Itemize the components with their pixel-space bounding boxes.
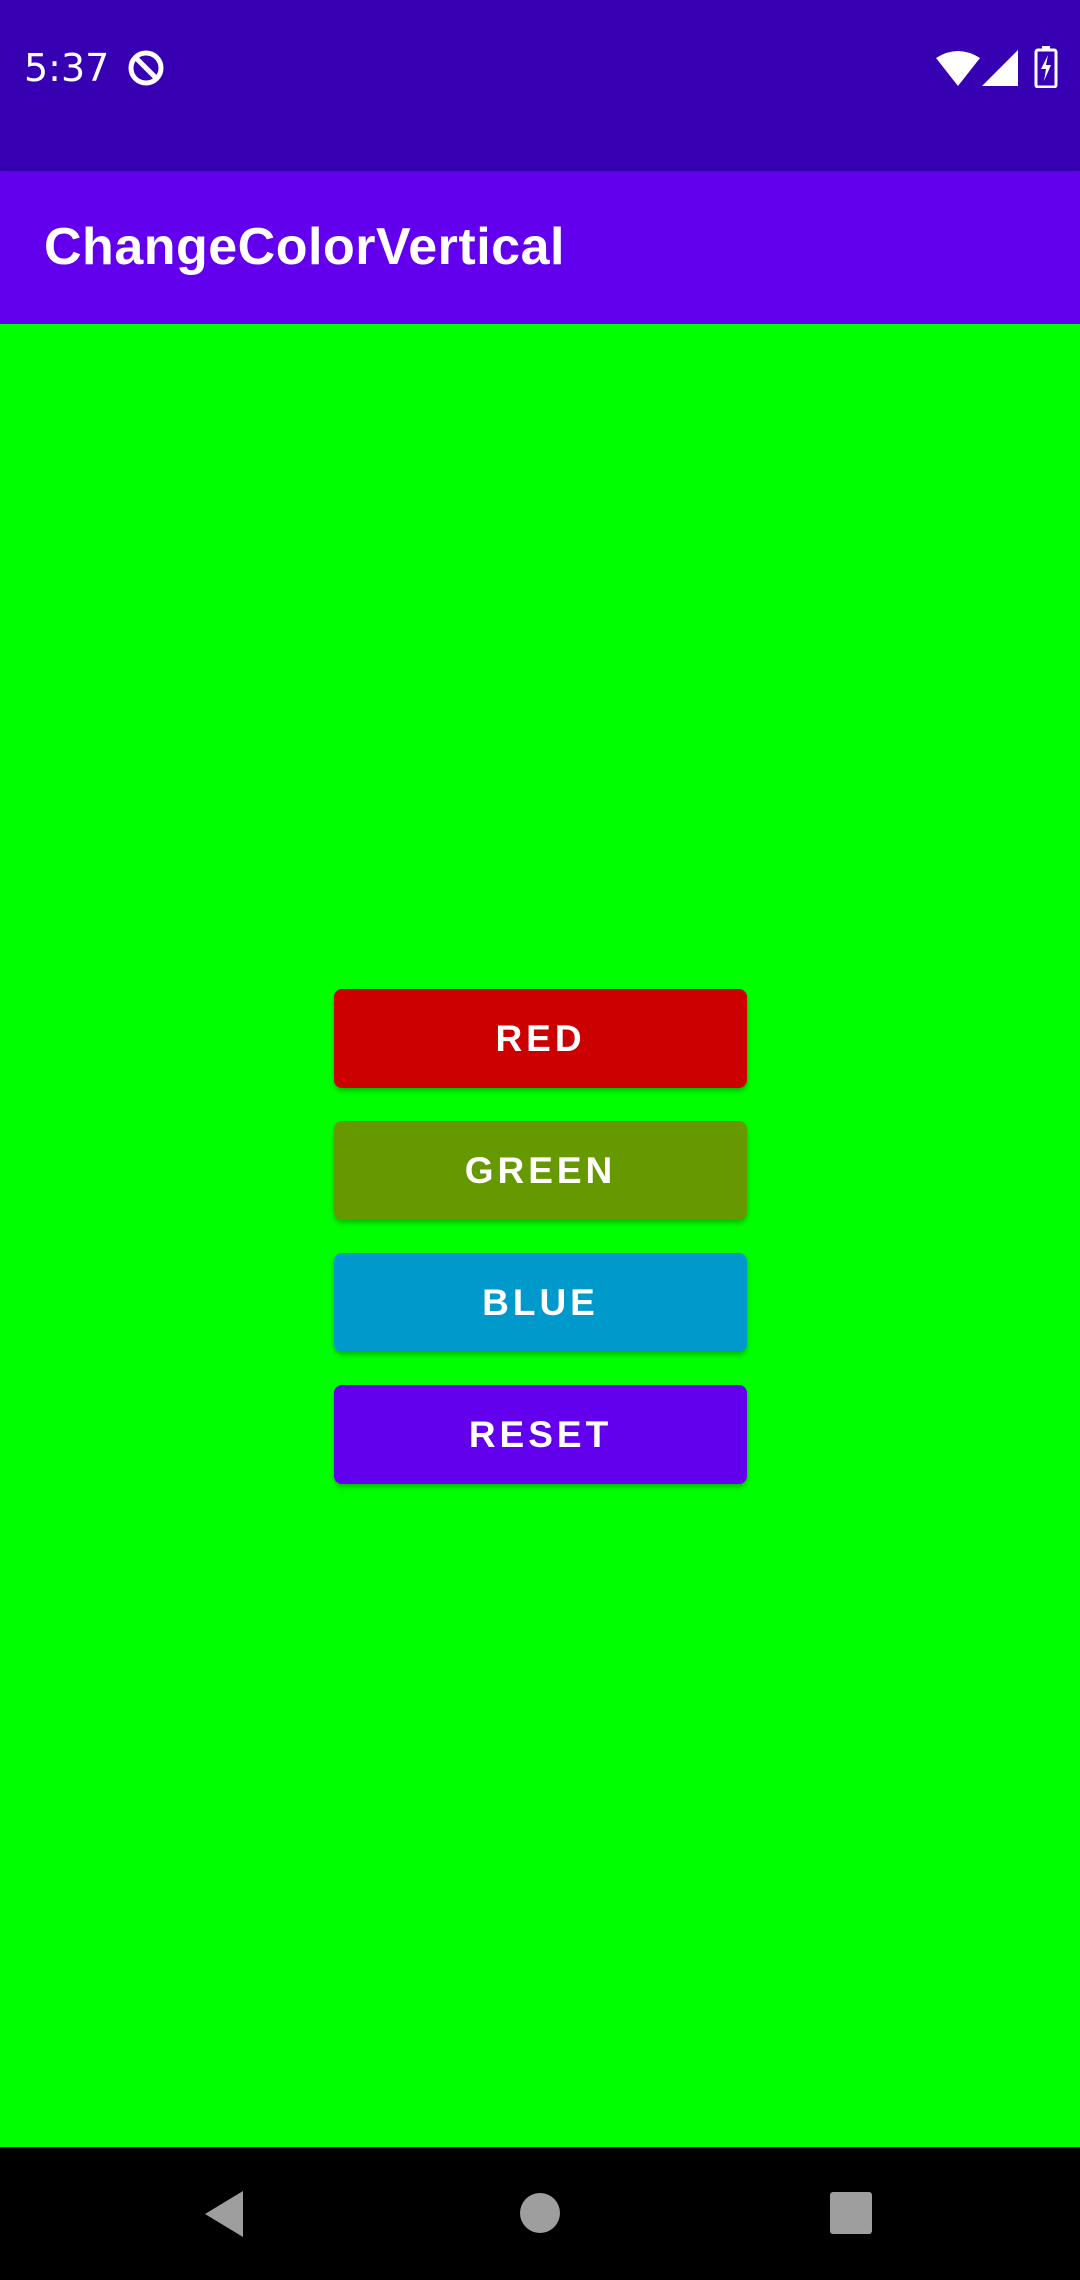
app-title: ChangeColorVertical: [44, 218, 565, 276]
navigation-bar: [0, 2147, 1080, 2280]
status-bar: 5:37: [0, 0, 1080, 171]
blue-button[interactable]: BLUE: [334, 1253, 747, 1352]
recents-icon[interactable]: [830, 2192, 872, 2234]
cellular-signal-icon: [982, 50, 1018, 86]
back-icon[interactable]: [203, 2189, 247, 2239]
content-area: [0, 324, 1080, 2147]
data-saver-icon: [128, 50, 164, 86]
battery-charging-icon: [1034, 46, 1058, 88]
phone-screen: 5:37 ChangeColorVertical RED GREEN BLUE …: [0, 0, 1080, 2280]
wifi-icon: [936, 51, 980, 86]
reset-button[interactable]: RESET: [334, 1385, 747, 1484]
status-time: 5:37: [24, 46, 110, 90]
green-button[interactable]: GREEN: [334, 1121, 747, 1220]
red-button[interactable]: RED: [334, 989, 747, 1088]
app-bar: ChangeColorVertical: [0, 171, 1080, 324]
home-icon[interactable]: [519, 2192, 561, 2234]
